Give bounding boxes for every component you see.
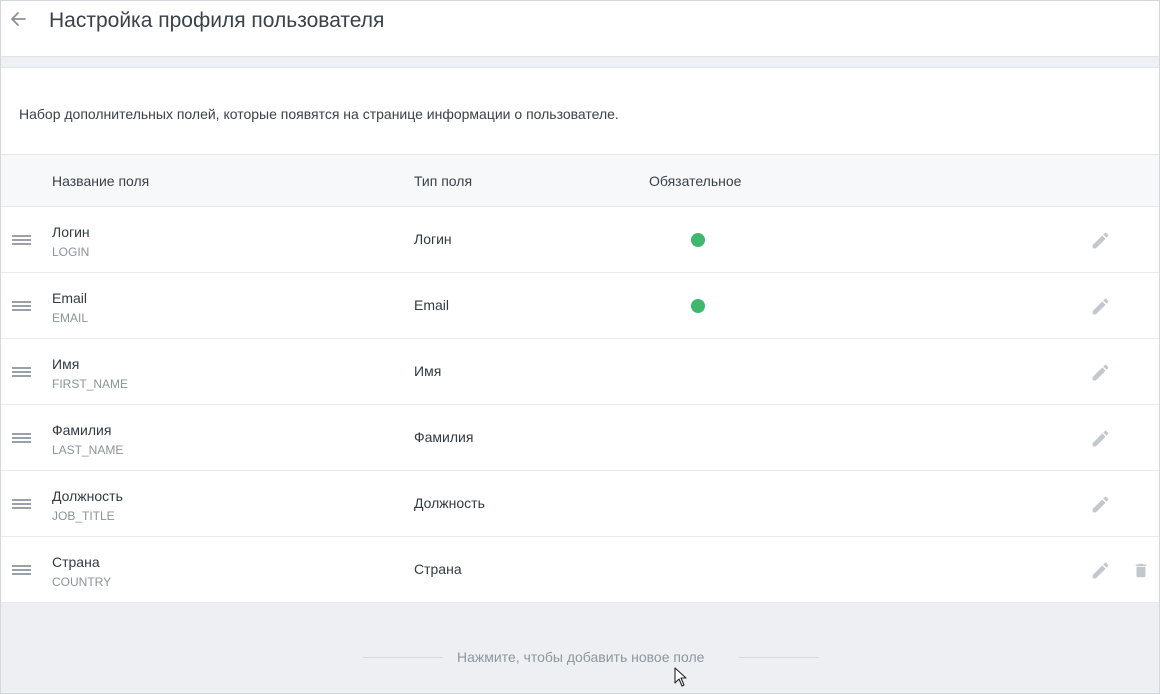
table-row: Логин LOGIN Логин <box>1 207 1159 273</box>
drag-handle-icon[interactable] <box>12 499 31 511</box>
pencil-icon <box>1092 298 1109 315</box>
drag-handle-icon[interactable] <box>12 301 31 313</box>
field-code: EMAIL <box>52 311 89 325</box>
drag-handle-icon[interactable] <box>12 433 31 445</box>
table-row: Email EMAIL Email <box>1 273 1159 339</box>
field-code: FIRST_NAME <box>52 377 129 391</box>
field-type: Email <box>414 297 450 313</box>
column-header-name: Название поля <box>52 173 150 189</box>
mouse-cursor-icon <box>674 667 687 687</box>
field-name: Логин <box>52 224 90 240</box>
table-row: Страна COUNTRY Страна <box>1 537 1159 603</box>
field-type: Фамилия <box>414 429 474 445</box>
divider-line <box>739 657 819 658</box>
profile-settings-page: Настройка профиля пользователя Набор доп… <box>0 0 1160 694</box>
edit-button[interactable] <box>1090 296 1111 317</box>
field-code: JOB_TITLE <box>52 509 115 523</box>
field-type: Имя <box>414 363 442 379</box>
pencil-icon <box>1092 496 1109 513</box>
field-name: Страна <box>52 554 100 570</box>
column-header-type: Тип поля <box>414 173 473 189</box>
delete-button[interactable] <box>1132 560 1150 581</box>
field-code: COUNTRY <box>52 575 112 589</box>
edit-button[interactable] <box>1090 560 1111 581</box>
edit-button[interactable] <box>1090 230 1111 251</box>
field-name: Email <box>52 290 88 306</box>
page-title: Настройка профиля пользователя <box>49 9 385 32</box>
pencil-icon <box>1092 364 1109 381</box>
drag-handle-icon[interactable] <box>12 235 31 247</box>
field-name: Должность <box>52 488 123 504</box>
edit-button[interactable] <box>1090 494 1111 515</box>
arrow-left-icon <box>11 12 26 26</box>
trash-icon <box>1135 563 1147 578</box>
fields-table-body: Логин LOGIN Логин Email EMAIL Email Имя … <box>1 207 1159 603</box>
field-type: Логин <box>414 231 452 247</box>
field-code: LAST_NAME <box>52 443 124 457</box>
required-indicator-icon <box>691 233 705 247</box>
page-header: Настройка профиля пользователя <box>1 1 1159 57</box>
table-row: Имя FIRST_NAME Имя <box>1 339 1159 405</box>
field-type: Страна <box>414 561 462 577</box>
edit-button[interactable] <box>1090 428 1111 449</box>
edit-button[interactable] <box>1090 362 1111 383</box>
field-name: Имя <box>52 356 80 372</box>
pencil-icon <box>1092 562 1109 579</box>
add-field-area: Нажмите, чтобы добавить новое поле <box>1 603 1159 693</box>
pencil-icon <box>1092 430 1109 447</box>
page-description: Набор дополнительных полей, которые появ… <box>19 106 619 122</box>
divider-line <box>363 657 443 658</box>
required-indicator-icon <box>691 299 705 313</box>
field-type: Должность <box>414 495 485 511</box>
table-row: Должность JOB_TITLE Должность <box>1 471 1159 537</box>
drag-handle-icon[interactable] <box>12 565 31 577</box>
add-field-button[interactable]: Нажмите, чтобы добавить новое поле <box>457 648 704 666</box>
column-header-required: Обязательное <box>649 173 742 189</box>
back-button[interactable] <box>7 8 29 30</box>
field-name: Фамилия <box>52 422 112 438</box>
field-code: LOGIN <box>52 245 90 259</box>
header-divider-strip <box>1 57 1159 68</box>
drag-handle-icon[interactable] <box>12 367 31 379</box>
table-header: Название поля Тип поля Обязательное <box>1 154 1159 207</box>
table-row: Фамилия LAST_NAME Фамилия <box>1 405 1159 471</box>
pencil-icon <box>1092 232 1109 249</box>
